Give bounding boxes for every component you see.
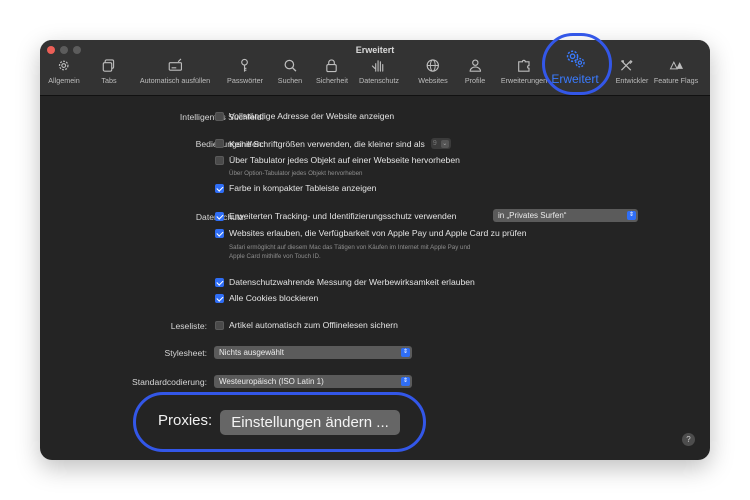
chevron-updown-icon: ⇕ [627,211,636,220]
tab-label: Websites [418,76,448,85]
tab-label: Allgemein [48,76,80,85]
encoding-label: Standardcodierung: [131,377,207,387]
proxies-highlight [133,392,426,452]
tracking-option: Erweiterten Tracking- und Identifizierun… [229,211,457,221]
tab-autofill[interactable]: Automatisch ausfüllen [140,58,210,85]
tab-highlight-note: Über Option-Tabulator jedes Objekt hervo… [229,170,363,177]
font-size-checkbox[interactable] [215,139,224,148]
tools-icon [610,58,643,76]
compact-color-checkbox[interactable] [215,183,224,193]
compact-color-row: Farbe in kompakter Tableiste anzeigen [215,183,376,193]
tab-label: Automatisch ausfüllen [139,76,211,85]
tab-allgemein[interactable]: Allgemein [48,58,80,85]
stylesheet-select[interactable]: Nichts ausgewählt ⇕ [214,346,412,359]
tracking-select[interactable]: in „Privates Surfen“ ⇕ [493,209,638,222]
applepay-option: Websites erlauben, die Verfügbarkeit von… [229,228,527,238]
smart-search-checkbox[interactable] [215,111,224,121]
tab-label: Passwörter [227,76,263,85]
ad-measure-option: Datenschutzwahrende Messung der Werbewir… [229,277,475,287]
tracking-select-value: in „Privates Surfen“ [498,211,567,220]
reading-list-option: Artikel automatisch zum Offlinelesen sic… [229,320,398,330]
tab-sicherheit[interactable]: Sicherheit [316,58,348,85]
tab-highlight-row: Über Tabulator jedes Objekt auf einer We… [215,155,460,165]
advanced-tab-highlight [542,33,612,95]
tab-label: Profile [464,76,486,85]
compact-color-option: Farbe in kompakter Tableiste anzeigen [229,183,377,193]
gear-icon [48,58,80,76]
font-size-option: Keine Schriftgrößen verwenden, die klein… [229,138,425,149]
applepay-row: Websites erlauben, die Verfügbarkeit von… [215,228,526,238]
tab-label: Sicherheit [316,76,348,85]
cookies-checkbox[interactable] [215,293,224,303]
tab-label: Entwickler [615,76,649,85]
cookies-option: Alle Cookies blockieren [229,293,319,303]
tabs-icon [101,58,116,76]
applepay-note-line: Safari ermöglicht auf diesem Mac das Tät… [229,244,471,251]
applepay-note: Safari ermöglicht auf diesem Mac das Tät… [229,244,470,261]
tab-erweiterungen[interactable]: Erweiterungen [501,58,547,85]
tab-highlight-option: Über Tabulator jedes Objekt auf einer We… [229,155,460,165]
tab-highlight-checkbox[interactable] [215,155,224,165]
stylesheet-label: Stylesheet: [164,348,207,358]
tab-datenschutz[interactable]: Datenschutz [359,58,399,85]
tab-label: Suchen [277,76,303,85]
tab-feature-flags[interactable]: Feature Flags [654,58,698,85]
tab-label: Feature Flags [653,76,699,85]
applepay-note-line: Apple Card mithilfe von Touch ID. [229,252,321,260]
applepay-checkbox[interactable] [215,228,224,238]
tab-websites[interactable]: Websites [418,58,448,85]
cookies-row: Alle Cookies blockieren [215,293,318,303]
chevron-updown-icon: ⇕ [401,348,410,357]
encoding-value: Westeuropäisch (ISO Latin 1) [219,377,324,386]
autofill-icon [140,58,210,76]
chevron-updown-icon: ⇕ [401,377,410,386]
tab-tabs[interactable]: Tabs [101,58,117,85]
smart-search-row: Vollständige Adresse der Website anzeige… [215,111,394,121]
person-icon [465,58,485,76]
reading-list-row: Artikel automatisch zum Offlinelesen sic… [215,320,398,330]
font-size-row: Keine Schriftgrößen verwenden, die klein… [215,138,451,149]
hand-icon [359,58,399,76]
ad-measure-row: Datenschutzwahrende Messung der Werbewir… [215,277,475,287]
chevron-down-icon: ⌄ [440,139,449,148]
font-size-value: 9 [432,140,437,147]
reading-list-label: Leseliste: [170,321,207,331]
puzzle-icon [501,58,547,76]
tab-entwickler[interactable]: Entwickler [610,58,648,85]
ad-measure-checkbox[interactable] [215,277,224,287]
globe-icon [418,58,447,76]
tab-label: Tabs [101,76,117,85]
stylesheet-value: Nichts ausgewählt [219,348,284,357]
tab-passwoerter[interactable]: Passwörter [227,58,263,85]
tab-profile[interactable]: Profile [465,58,485,85]
tab-label: Erweiterungen [500,76,548,85]
help-button[interactable]: ? [682,433,695,446]
tracking-checkbox[interactable] [215,211,224,221]
flags-icon [654,58,698,76]
encoding-select[interactable]: Westeuropäisch (ISO Latin 1) ⇕ [214,375,412,388]
search-icon [278,58,302,76]
tab-suchen[interactable]: Suchen [278,58,302,85]
font-size-select[interactable]: 9 ⌄ [430,138,451,149]
lock-icon [316,58,348,76]
tab-label: Datenschutz [359,76,399,85]
smart-search-option: Vollständige Adresse der Website anzeige… [229,111,395,121]
reading-list-checkbox[interactable] [215,320,224,330]
tracking-row: Erweiterten Tracking- und Identifizierun… [215,211,456,221]
key-icon [227,58,263,76]
